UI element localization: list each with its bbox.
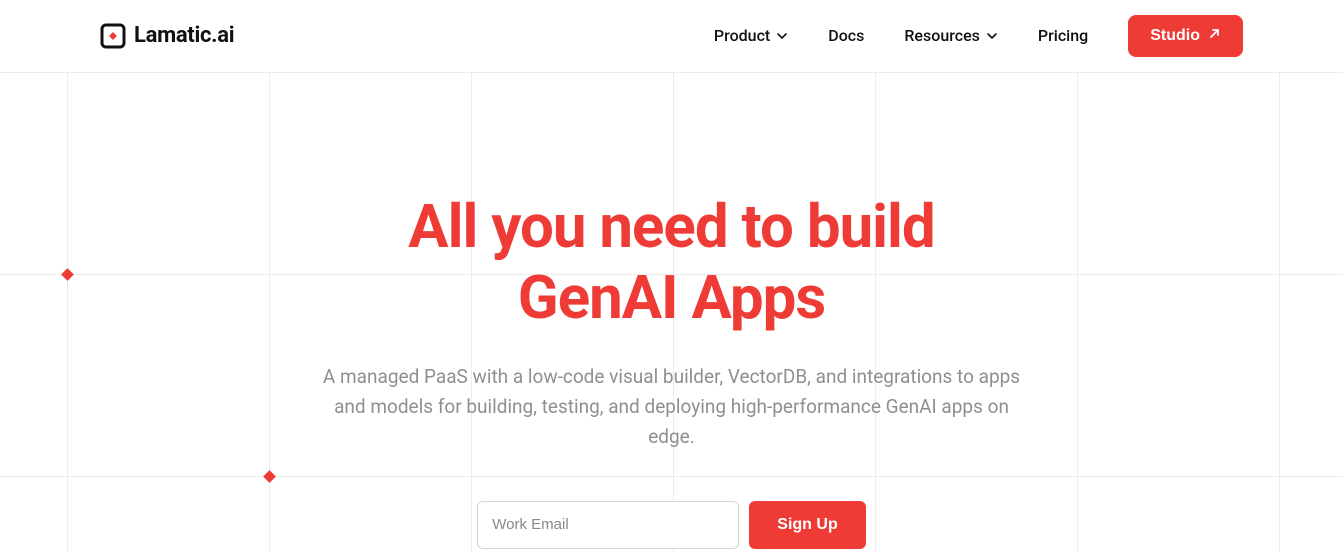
nav-resources[interactable]: Resources — [904, 26, 998, 45]
arrow-up-right-icon — [1208, 27, 1221, 45]
nav-links: Product Docs Resources Pricing Studio — [714, 15, 1243, 57]
studio-button-label: Studio — [1150, 27, 1200, 45]
hero-headline-line2: GenAI Apps — [518, 262, 825, 333]
nav-docs-label: Docs — [828, 26, 864, 45]
nav-product-label: Product — [714, 26, 770, 45]
nav-docs[interactable]: Docs — [828, 26, 864, 45]
brand-name: Lamatic.ai — [134, 23, 234, 48]
nav-pricing-label: Pricing — [1038, 26, 1088, 45]
brand-logo-link[interactable]: Lamatic.ai — [100, 23, 234, 49]
chevron-down-icon — [776, 30, 788, 42]
brand-logo-icon — [100, 23, 126, 49]
signup-button[interactable]: Sign Up — [749, 501, 865, 549]
studio-button[interactable]: Studio — [1128, 15, 1243, 57]
hero-subtext: A managed PaaS with a low-code visual bu… — [312, 362, 1032, 453]
hero-section: All you need to build GenAI Apps A manag… — [0, 72, 1343, 549]
nav-product[interactable]: Product — [714, 26, 788, 45]
chevron-down-icon — [986, 30, 998, 42]
hero-headline: All you need to build GenAI Apps — [0, 192, 1343, 334]
top-navbar: Lamatic.ai Product Docs Resources Pricin… — [0, 0, 1343, 72]
signup-form: Sign Up — [0, 501, 1343, 549]
nav-pricing[interactable]: Pricing — [1038, 26, 1088, 45]
work-email-input[interactable] — [477, 501, 739, 549]
nav-resources-label: Resources — [904, 26, 980, 45]
hero-headline-line1: All you need to build — [408, 191, 934, 262]
